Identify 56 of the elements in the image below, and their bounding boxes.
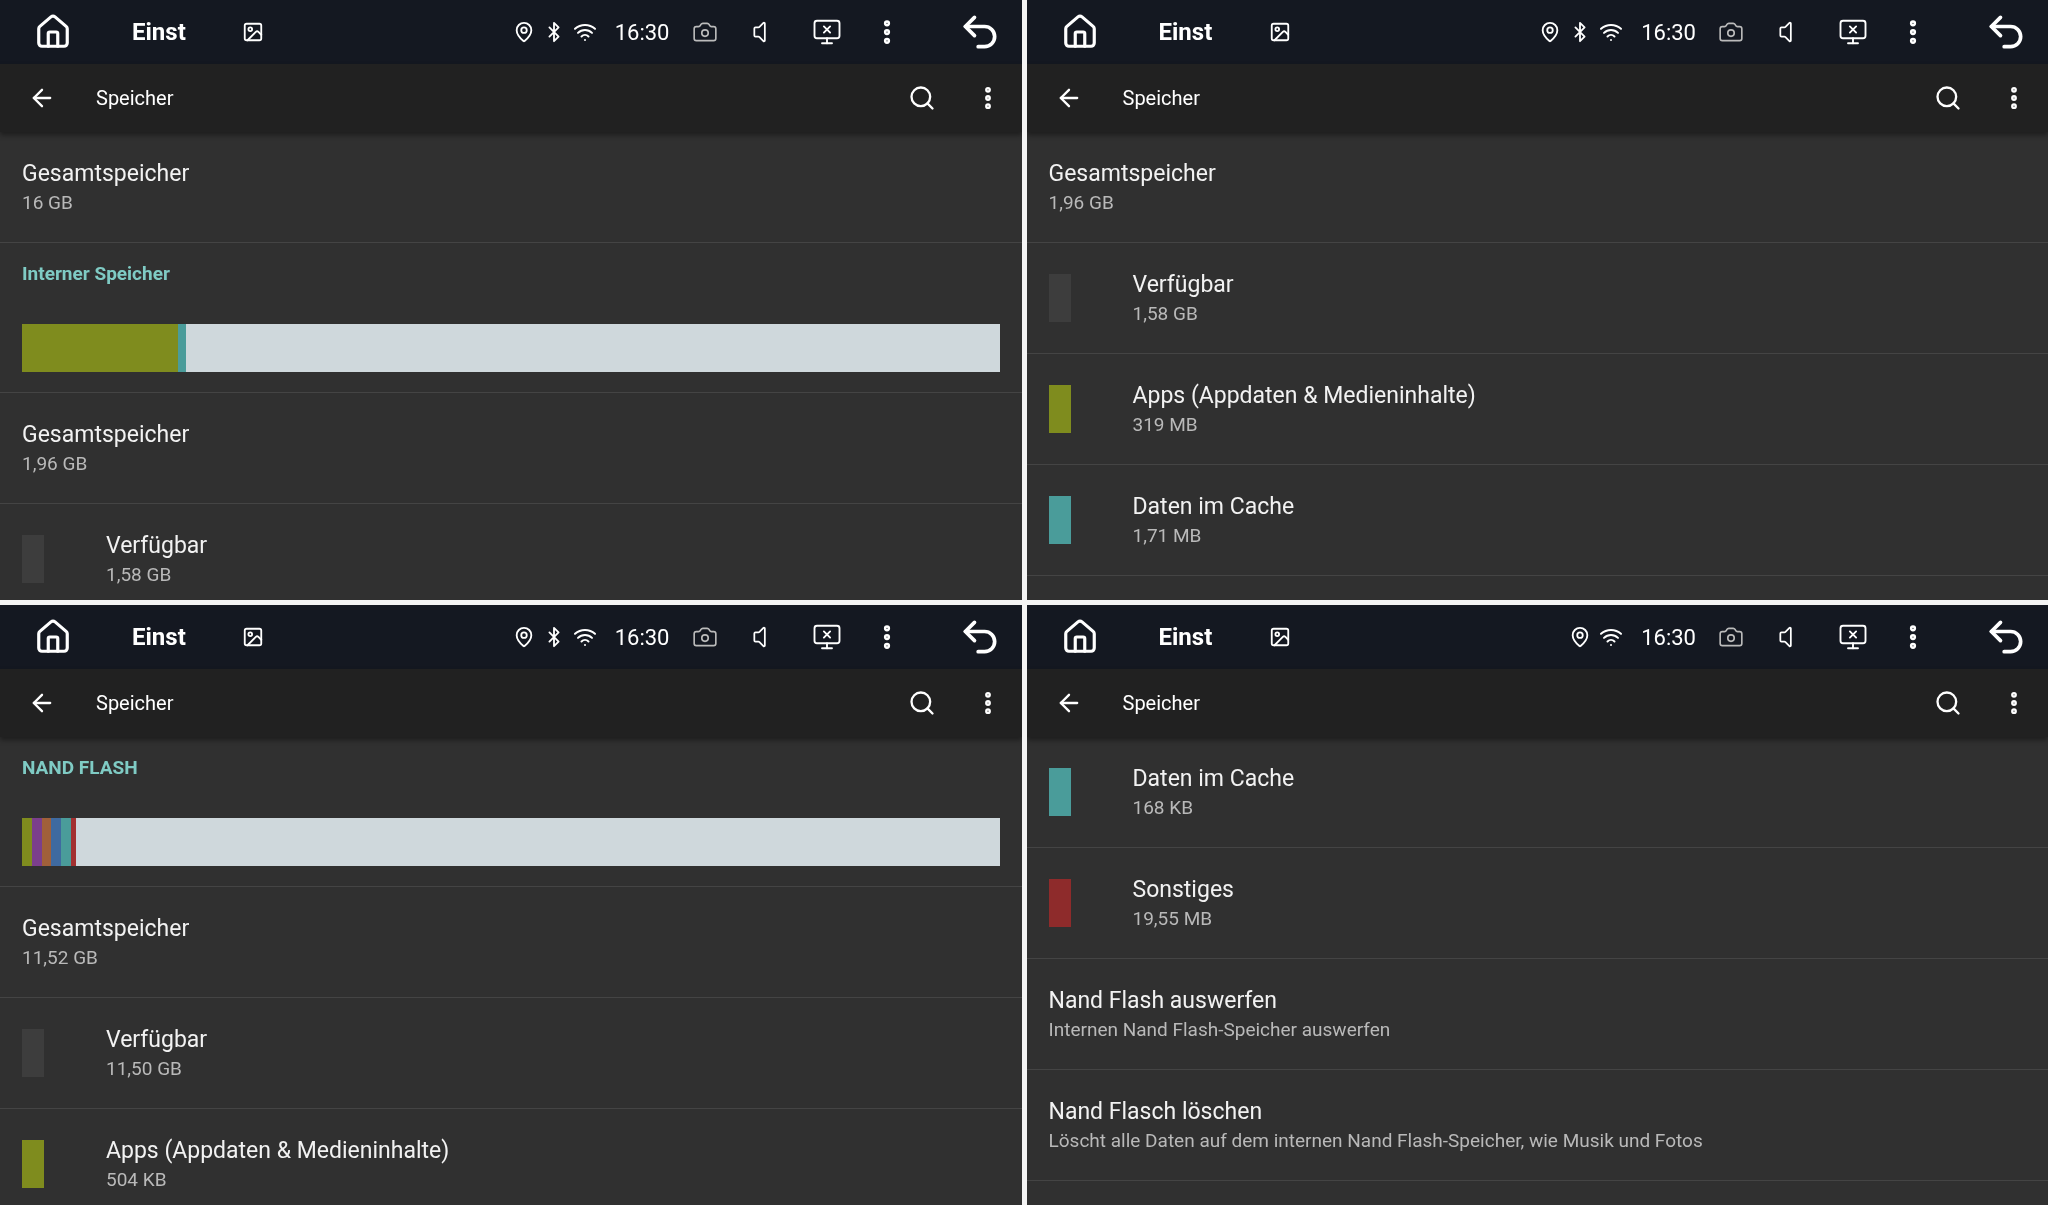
screen-title: Speicher bbox=[96, 86, 175, 110]
item-value: 504 KB bbox=[106, 1168, 168, 1191]
screen-title: Speicher bbox=[1122, 691, 1201, 715]
status-title: Einst bbox=[132, 623, 187, 651]
item-title: Gesamtspeicher bbox=[22, 915, 190, 942]
section-header: Interner Speicher bbox=[22, 261, 170, 285]
item-value: 1,96 GB bbox=[22, 452, 89, 475]
screen-off-icon[interactable] bbox=[811, 622, 842, 652]
screen-off-icon[interactable] bbox=[1838, 17, 1868, 47]
image-icon bbox=[242, 626, 264, 648]
action-description: Löscht alle Daten auf dem internen Nand Flash-Speicher, wie Musik und Fotos bbox=[1048, 1129, 1703, 1152]
item-value: 16 GB bbox=[22, 191, 74, 214]
action-description: Internen Nand Flash-Speicher auswerfen bbox=[1048, 1018, 1391, 1041]
screen-off-icon[interactable] bbox=[1838, 622, 1868, 652]
status-title: Einst bbox=[1158, 18, 1214, 46]
search-icon[interactable] bbox=[907, 689, 936, 717]
screen-title: Speicher bbox=[1122, 86, 1201, 110]
status-title: Einst bbox=[132, 18, 187, 46]
section-header: NAND FLASH bbox=[22, 755, 138, 779]
home-icon[interactable] bbox=[34, 13, 72, 51]
item-value: 11,50 GB bbox=[106, 1057, 183, 1080]
status-title: Einst bbox=[1158, 623, 1214, 651]
item-value: 168 KB bbox=[1132, 796, 1194, 819]
item-title: Verfügbar bbox=[106, 532, 208, 559]
item-value: 1,58 GB bbox=[106, 563, 173, 586]
item-value: 1,71 MB bbox=[1132, 524, 1203, 547]
item-title: Apps (Appdaten & Medieninhalte) bbox=[106, 1137, 450, 1164]
clock: 16:30 bbox=[1641, 19, 1696, 45]
action-title[interactable]: Nand Flasch löschen bbox=[1048, 1098, 1703, 1125]
action-title[interactable]: Nand Flash auswerfen bbox=[1048, 987, 1391, 1014]
image-icon bbox=[1268, 21, 1291, 43]
item-value: 19,55 MB bbox=[1132, 907, 1214, 930]
item-title: Verfügbar bbox=[1132, 271, 1234, 298]
item-value: 1,58 GB bbox=[1132, 302, 1199, 325]
item-title: Gesamtspeicher bbox=[1048, 160, 1216, 187]
item-value: 1,96 GB bbox=[1048, 191, 1115, 214]
item-title: Gesamtspeicher bbox=[22, 160, 190, 187]
clock: 16:30 bbox=[1641, 624, 1696, 650]
item-title: Gesamtspeicher bbox=[22, 421, 190, 448]
search-icon[interactable] bbox=[1934, 689, 1962, 717]
item-title: Sonstiges bbox=[1132, 876, 1234, 903]
home-icon[interactable] bbox=[34, 618, 72, 656]
item-title: Verfügbar bbox=[106, 1026, 208, 1053]
search-icon[interactable] bbox=[907, 84, 936, 112]
screen-title: Speicher bbox=[96, 691, 175, 715]
screen-off-icon[interactable] bbox=[811, 17, 842, 47]
clock: 16:30 bbox=[614, 624, 670, 650]
image-icon bbox=[242, 21, 264, 43]
clock: 16:30 bbox=[614, 19, 670, 45]
search-icon[interactable] bbox=[1934, 84, 1962, 112]
item-value: 319 MB bbox=[1132, 413, 1199, 436]
item-title: Apps (Appdaten & Medieninhalte) bbox=[1132, 382, 1476, 409]
item-value: 11,52 GB bbox=[22, 946, 99, 969]
item-title: Daten im Cache bbox=[1132, 493, 1295, 520]
image-icon bbox=[1268, 626, 1291, 648]
item-title: Daten im Cache bbox=[1132, 765, 1295, 792]
